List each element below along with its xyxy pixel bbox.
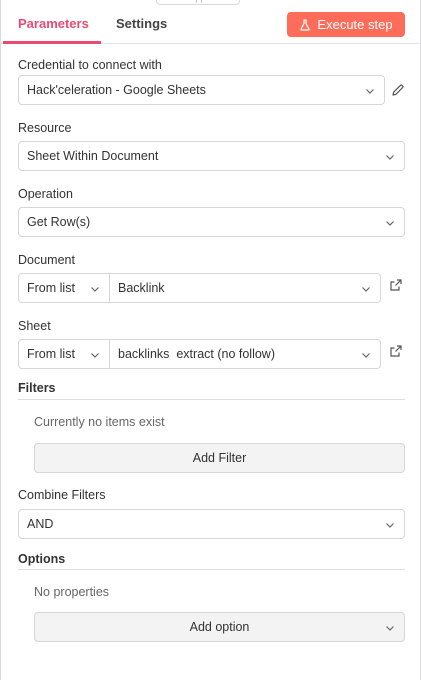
chevron-down-icon	[366, 89, 374, 94]
chevron-down-icon	[386, 155, 394, 160]
resource-value: Sheet Within Document	[27, 149, 159, 163]
chevron-down-icon	[91, 287, 99, 292]
sheet-select[interactable]: backlinks extract (no follow)	[110, 339, 381, 369]
flask-icon	[300, 18, 311, 31]
filters-empty-text: Currently no items exist	[34, 415, 165, 429]
execute-step-button[interactable]: Execute step	[287, 12, 405, 37]
combine-filters-select[interactable]: AND	[18, 509, 405, 539]
combine-filters-label: Combine Filters	[18, 488, 106, 502]
filters-divider	[18, 399, 405, 400]
document-mode-select[interactable]: From list	[18, 273, 110, 303]
chevron-down-icon	[362, 287, 370, 292]
chevron-down-icon	[386, 523, 394, 528]
credential-value: Hack'celeration - Google Sheets	[27, 83, 206, 97]
tab-settings[interactable]: Settings	[116, 16, 167, 31]
operation-select[interactable]: Get Row(s)	[18, 207, 405, 237]
document-label: Document	[18, 253, 75, 267]
credential-label: Credential to connect with	[18, 58, 162, 72]
chevron-down-icon	[362, 353, 370, 358]
operation-label: Operation	[18, 187, 73, 201]
operation-value: Get Row(s)	[27, 215, 91, 229]
chevron-down-icon	[386, 626, 394, 631]
add-filter-button[interactable]: Add Filter	[34, 443, 405, 473]
chevron-down-icon	[386, 221, 394, 226]
filters-title: Filters	[18, 381, 56, 395]
document-value: Backlink	[118, 281, 165, 295]
sheet-mode-select[interactable]: From list	[18, 339, 110, 369]
tab-parameters[interactable]: Parameters	[18, 16, 89, 31]
combine-filters-value: AND	[27, 517, 54, 531]
external-link-icon[interactable]	[389, 344, 403, 358]
options-divider	[18, 569, 405, 570]
add-option-label: Add option	[189, 620, 250, 634]
credential-select[interactable]: Hack'celeration - Google Sheets	[18, 75, 385, 105]
external-link-icon[interactable]	[389, 278, 403, 292]
sheet-value: backlinks extract (no follow)	[118, 347, 276, 361]
pencil-icon[interactable]	[391, 83, 405, 97]
resource-select[interactable]: Sheet Within Document	[18, 141, 405, 171]
resource-label: Resource	[18, 121, 72, 135]
add-option-button[interactable]: Add option	[34, 612, 405, 642]
active-tab-indicator	[3, 41, 101, 44]
node-parameters-panel: Parameters Settings Execute step Credent…	[0, 0, 421, 680]
options-title: Options	[18, 552, 66, 566]
chevron-down-icon	[91, 353, 99, 358]
options-empty-text: No properties	[34, 585, 110, 599]
sheet-label: Sheet	[18, 319, 51, 333]
sheet-mode-value: From list	[27, 347, 75, 361]
document-mode-value: From list	[27, 281, 75, 295]
document-select[interactable]: Backlink	[110, 273, 381, 303]
execute-step-label: Execute step	[317, 17, 393, 32]
